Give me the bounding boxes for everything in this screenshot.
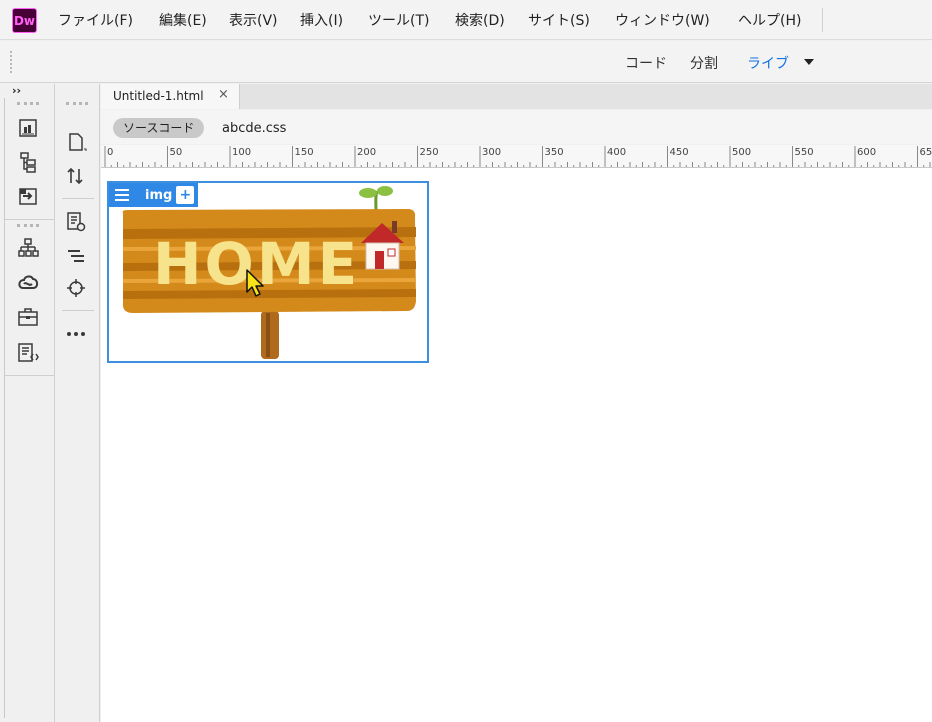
ruler-label: 100: [232, 147, 251, 158]
document-toolbar: コード 分割 ライブ: [0, 41, 932, 83]
menu-insert[interactable]: 挿入(I): [300, 10, 343, 30]
panel-group-handle[interactable]: [17, 102, 39, 106]
home-sign-image[interactable]: HOME: [109, 183, 427, 361]
assets-panel-icon[interactable]: [16, 184, 40, 208]
menu-find[interactable]: 検索(D): [455, 10, 505, 30]
tools-separator-2: [62, 310, 94, 311]
dreamweaver-logo: Dw: [12, 8, 37, 33]
ruler-label: 450: [670, 147, 689, 158]
ruler-label: 350: [545, 147, 564, 158]
source-code-tab[interactable]: ソースコード: [113, 118, 205, 138]
strip-edge: [4, 98, 5, 718]
code-view-button[interactable]: コード: [625, 53, 667, 73]
live-view-button[interactable]: ライブ: [747, 53, 789, 73]
document-tools-strip: [56, 84, 100, 722]
split-view-button[interactable]: 分割: [690, 53, 718, 73]
snippets-briefcase-icon[interactable]: [16, 305, 40, 329]
menu-tools[interactable]: ツール(T): [368, 10, 429, 30]
new-file-icon[interactable]: [64, 130, 88, 154]
ruler-label: 650: [920, 147, 932, 158]
dreamweaver-window: Dw ファイル(F) 編集(E) 表示(V) 挿入(I) ツール(T) 検索(D…: [0, 0, 932, 722]
panel-group-handle-2[interactable]: [17, 224, 39, 228]
related-css-file[interactable]: abcde.css: [222, 121, 286, 136]
menu-window[interactable]: ウィンドウ(W): [615, 10, 710, 30]
toolbar-grip[interactable]: [10, 51, 12, 73]
menu-edit[interactable]: 編集(E): [159, 10, 207, 30]
insert-panel-icon[interactable]: [16, 116, 40, 140]
more-tools-icon[interactable]: [64, 322, 88, 346]
ruler-label: 300: [482, 147, 501, 158]
live-code-inspect-icon[interactable]: [64, 210, 88, 234]
hud-add-class-button[interactable]: +: [176, 186, 195, 204]
strip-separator-2: [5, 375, 55, 376]
ruler-label: 600: [857, 147, 876, 158]
element-hud[interactable]: img +: [109, 183, 199, 207]
expand-panels-icon[interactable]: ››: [12, 84, 21, 97]
files-sitemap-icon[interactable]: [16, 236, 40, 260]
menu-file[interactable]: ファイル(F): [58, 10, 133, 30]
ruler-label: 50: [170, 147, 183, 158]
live-view-canvas[interactable]: HOME img +: [101, 168, 932, 722]
related-files-bar: ソースコード abcde.css: [101, 110, 932, 144]
view-dropdown-caret-icon[interactable]: [804, 59, 814, 65]
tools-handle[interactable]: [66, 102, 88, 106]
selected-image-element[interactable]: HOME img +: [107, 181, 429, 363]
tools-separator: [62, 198, 94, 199]
format-source-icon[interactable]: [64, 244, 88, 268]
ruler-label: 150: [295, 147, 314, 158]
menu-help[interactable]: ヘルプ(H): [738, 10, 801, 30]
code-inspector-icon[interactable]: [16, 341, 40, 365]
target-crosshair-icon[interactable]: [64, 276, 88, 300]
close-tab-icon[interactable]: ×: [218, 87, 229, 102]
menu-site[interactable]: サイト(S): [528, 10, 590, 30]
horizontal-ruler: 0 50 100 150 200 250 300 350 400 450 500 550 600 650: [101, 145, 932, 168]
hud-tag-label[interactable]: img: [135, 188, 176, 203]
strip-separator: [5, 219, 55, 220]
document-tab-label: Untitled-1.html: [113, 89, 204, 103]
dom-panel-icon[interactable]: [16, 150, 40, 174]
ruler-ticks: 0 50 100 150 200 250 300 350 400 450 500 550 600 650: [104, 146, 932, 167]
file-transfer-icon[interactable]: [64, 164, 88, 188]
ruler-label: 200: [357, 147, 376, 158]
ruler-label: 250: [420, 147, 439, 158]
menu-view[interactable]: 表示(V): [229, 10, 278, 30]
ruler-label: 0: [107, 147, 113, 158]
menu-separator: [822, 8, 823, 32]
ruler-label: 400: [607, 147, 626, 158]
menu-bar: Dw ファイル(F) 編集(E) 表示(V) 挿入(I) ツール(T) 検索(D…: [0, 0, 932, 40]
creative-cloud-icon[interactable]: [16, 271, 40, 295]
ruler-label: 550: [795, 147, 814, 158]
left-panel-strip: ››: [0, 84, 55, 722]
hud-menu-icon[interactable]: [109, 183, 135, 207]
mouse-pointer-icon: [246, 269, 264, 297]
document-tab-bar: Untitled-1.html ×: [101, 84, 932, 109]
ruler-label: 500: [732, 147, 751, 158]
document-tab[interactable]: Untitled-1.html ×: [101, 84, 240, 109]
